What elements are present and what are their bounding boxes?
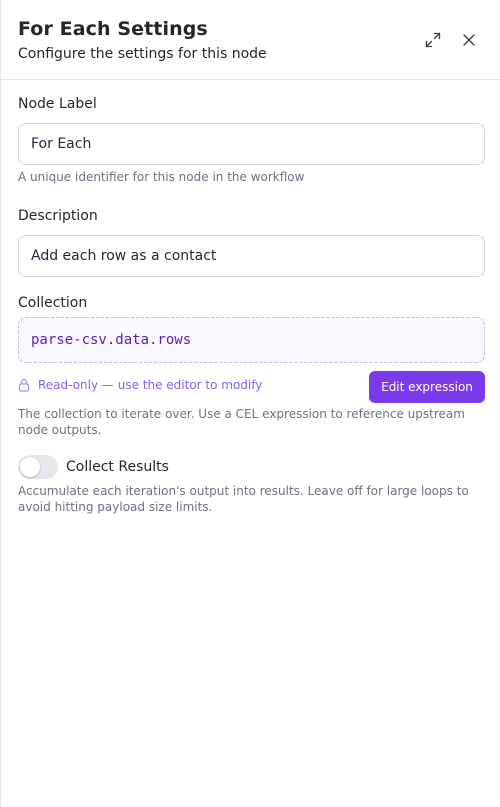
lock-icon [18,378,30,392]
collect-results-label: Collect Results [66,459,169,475]
node-settings-panel: For Each Settings Configure the settings… [0,0,500,807]
node-label-help: A unique identifier for this node in the… [18,170,305,184]
readonly-note: Read-only — use the editor to modify [18,378,262,392]
collection-expression-text: parse-csv.data.rows [31,332,192,348]
node-label-input[interactable] [18,123,485,165]
collection-label: Collection [18,295,88,311]
readonly-note-text: Read-only — use the editor to modify [38,378,263,392]
panel-title: For Each Settings [18,18,208,40]
panel-header: For Each Settings Configure the settings… [1,0,500,80]
close-icon [463,34,475,46]
expand-button[interactable] [422,29,444,51]
collection-help: The collection to iterate over. Use a CE… [18,407,465,437]
edit-expression-button[interactable]: Edit expression [369,371,485,403]
panel-subtitle: Configure the settings for this node [18,46,267,62]
collect-results-toggle[interactable] [18,455,58,479]
description-input[interactable] [18,235,485,277]
toggle-knob [20,457,40,477]
description-label: Description [18,208,98,224]
collect-results-help: Accumulate each iteration's output into … [18,484,469,514]
close-button[interactable] [458,29,480,51]
expand-arrows-icon [425,32,441,48]
collection-expression-field[interactable]: parse-csv.data.rows [18,317,485,363]
node-label-label: Node Label [18,96,97,112]
